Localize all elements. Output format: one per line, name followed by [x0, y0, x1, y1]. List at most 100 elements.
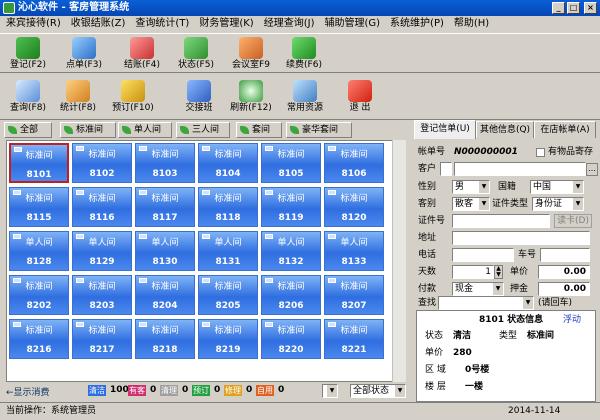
tab-single[interactable]: 单人间 [118, 122, 172, 138]
room-tile[interactable]: 标准间 8221 [324, 319, 384, 359]
room-tile[interactable]: 单人间 8133 [324, 231, 384, 271]
menu-aux[interactable]: 辅助管理(G) [324, 16, 380, 32]
address-field[interactable] [452, 231, 590, 245]
room-tile[interactable]: 标准间 8119 [261, 187, 321, 227]
room-type-label: 单人间 [88, 238, 116, 248]
menu-checkout[interactable]: 收银结账(Z) [71, 16, 126, 32]
room-tile[interactable]: 标准间 8101 [9, 143, 69, 183]
menu-help[interactable]: 帮助(H) [454, 16, 489, 32]
show-consume-toggle[interactable]: ←显示消费 [6, 385, 50, 398]
menu-finance[interactable]: 财务管理(K) [199, 16, 253, 32]
price-field[interactable]: 0.00 [538, 265, 590, 279]
room-tile[interactable]: 标准间 8102 [72, 143, 132, 183]
room-tile[interactable]: 标准间 8104 [198, 143, 258, 183]
room-tile[interactable]: 标准间 8202 [9, 275, 69, 315]
customer-type-select[interactable] [440, 162, 452, 176]
menu-query[interactable]: 查询统计(T) [135, 16, 189, 32]
deposit-checkbox[interactable] [536, 148, 545, 157]
room-tile[interactable]: 标准间 8103 [135, 143, 195, 183]
tab-bill[interactable]: 在店帐单(A) [534, 121, 596, 138]
tab-registration[interactable]: 登记信单(U) [414, 120, 476, 139]
bed-icon [265, 278, 273, 283]
room-tile[interactable]: 单人间 8132 [261, 231, 321, 271]
room-tile[interactable]: 单人间 8130 [135, 231, 195, 271]
status-filter-select[interactable]: 全部状态 [350, 384, 406, 398]
menu-system[interactable]: 系统维护(P) [390, 16, 444, 32]
room-tile[interactable]: 标准间 8216 [9, 319, 69, 359]
bed-icon [76, 190, 84, 195]
room-tile[interactable]: 标准间 8204 [135, 275, 195, 315]
nationality-select[interactable]: 中国 [530, 180, 584, 194]
menu-reception[interactable]: 来宾接待(R) [6, 16, 61, 32]
room-tile[interactable]: 标准间 8218 [135, 319, 195, 359]
refresh-button[interactable]: 刷新(F12) [226, 78, 276, 113]
tab-other-info[interactable]: 其他信息(Q) [476, 121, 534, 138]
legend-repair-count: 0 [246, 385, 253, 395]
room-tile[interactable]: 标准间 8105 [261, 143, 321, 183]
room-tile[interactable]: 标准间 8217 [72, 319, 132, 359]
tab-standard[interactable]: 标准间 [60, 122, 116, 138]
tab-suite[interactable]: 套间 [236, 122, 282, 138]
room-type-label: 标准间 [88, 326, 116, 336]
bed-icon [139, 190, 147, 195]
renew-button[interactable]: 续费(F6) [280, 35, 328, 70]
room-tile[interactable]: 标准间 8120 [324, 187, 384, 227]
minimize-button[interactable]: _ [552, 2, 565, 14]
exit-button[interactable]: 退 出 [338, 78, 382, 113]
customer-field[interactable] [454, 162, 586, 176]
room-tile[interactable]: 标准间 8116 [72, 187, 132, 227]
payment-select[interactable]: 现金 [452, 282, 504, 296]
tab-all[interactable]: 全部 [4, 122, 52, 138]
menu-manager[interactable]: 经理查询(J) [264, 16, 315, 32]
tab-deluxe-suite[interactable]: 豪华套间 [286, 122, 352, 138]
legend-select[interactable] [322, 384, 338, 398]
settle-button[interactable]: 结账(F4) [118, 35, 166, 70]
close-button[interactable]: × [584, 2, 597, 14]
days-field[interactable]: 1 [452, 265, 494, 279]
days-spinner[interactable]: ▲ ▼ [494, 265, 503, 279]
room-type-label: 标准间 [151, 194, 179, 204]
room-tile[interactable]: 标准间 8206 [261, 275, 321, 315]
status-button[interactable]: 状态(F5) [172, 35, 220, 70]
room-number: 8128 [26, 257, 52, 267]
meeting-room-button[interactable]: 会议室F9 [226, 35, 276, 70]
id-number-field[interactable] [452, 214, 550, 228]
shift-handover-button[interactable]: 交接班 [174, 78, 224, 113]
checkin-button[interactable]: 登记(F2) [4, 35, 52, 70]
deposit-field[interactable]: 0.00 [538, 282, 590, 296]
plate-field[interactable] [540, 248, 590, 262]
search-button[interactable]: 查询(F8) [6, 78, 50, 113]
room-tile[interactable]: 标准间 8205 [198, 275, 258, 315]
room-tile[interactable]: 单人间 8128 [9, 231, 69, 271]
room-type-label: 标准间 [277, 282, 305, 292]
maximize-button[interactable]: □ [567, 2, 580, 14]
room-tile[interactable]: 标准间 8203 [72, 275, 132, 315]
room-tile[interactable]: 标准间 8115 [9, 187, 69, 227]
room-type-label: 标准间 [277, 150, 305, 160]
read-card-button[interactable]: 读卡(D) [554, 214, 592, 228]
phone-field[interactable] [452, 248, 514, 262]
room-tile[interactable]: 标准间 8220 [261, 319, 321, 359]
room-tile[interactable]: 标准间 8207 [324, 275, 384, 315]
room-tile[interactable]: 单人间 8129 [72, 231, 132, 271]
grid-scrollbar[interactable] [392, 140, 406, 382]
room-tile[interactable]: 标准间 8117 [135, 187, 195, 227]
tab-triple[interactable]: 三人间 [176, 122, 230, 138]
room-type-label: 标准间 [214, 326, 242, 336]
room-type-label: 标准间 [340, 326, 368, 336]
guest-type-select[interactable]: 散客 [452, 197, 490, 211]
gender-select[interactable]: 男 [452, 180, 490, 194]
float-link[interactable]: 浮动 [563, 314, 581, 326]
order-button[interactable]: 点单(F3) [60, 35, 108, 70]
customer-browse-button[interactable]: … [586, 163, 598, 176]
resources-button[interactable]: 常用资源 [280, 78, 330, 113]
room-number: 8205 [215, 301, 241, 311]
find-room-input[interactable] [438, 296, 534, 310]
room-tile[interactable]: 标准间 8106 [324, 143, 384, 183]
id-type-select[interactable]: 身份证 [532, 197, 584, 211]
booking-button[interactable]: 预订(F10) [108, 78, 158, 113]
room-tile[interactable]: 标准间 8118 [198, 187, 258, 227]
statistics-button[interactable]: 统计(F8) [56, 78, 100, 113]
room-tile[interactable]: 标准间 8219 [198, 319, 258, 359]
room-tile[interactable]: 单人间 8131 [198, 231, 258, 271]
